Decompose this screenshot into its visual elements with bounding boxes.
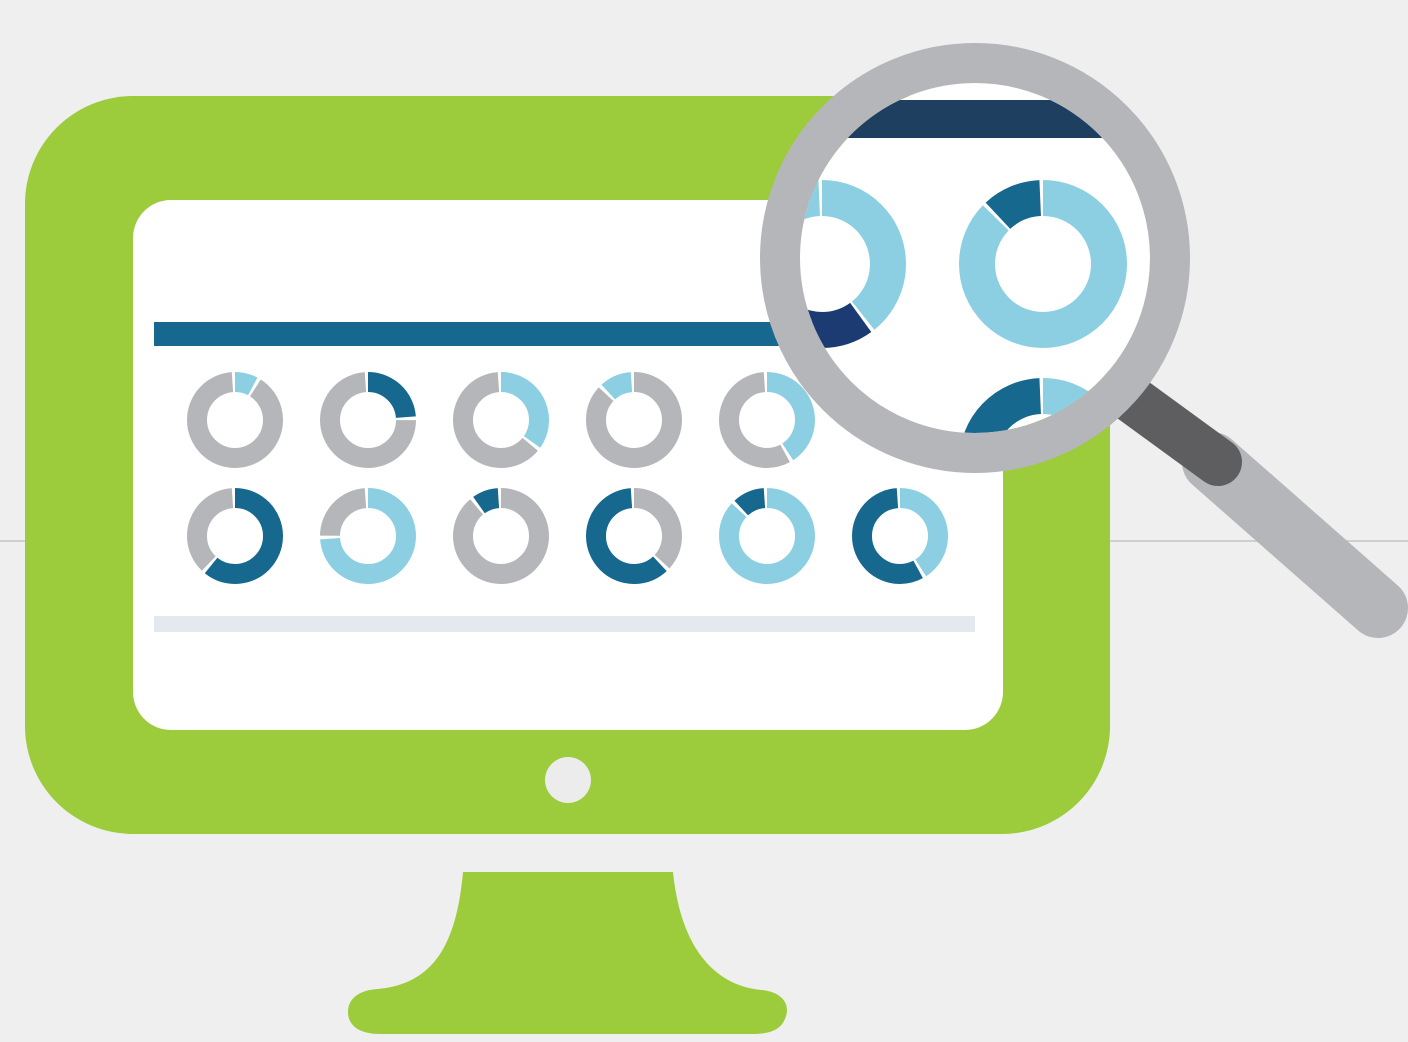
monitor-magnifier-illustration xyxy=(0,43,1408,1034)
monitor-stand xyxy=(348,872,787,1034)
screen-header-bar xyxy=(154,322,844,346)
magnifier-handle-neck xyxy=(1098,368,1242,486)
screen-footer-bar xyxy=(154,616,975,632)
magnifier-handle-grip xyxy=(1182,432,1408,638)
power-button xyxy=(545,757,591,803)
